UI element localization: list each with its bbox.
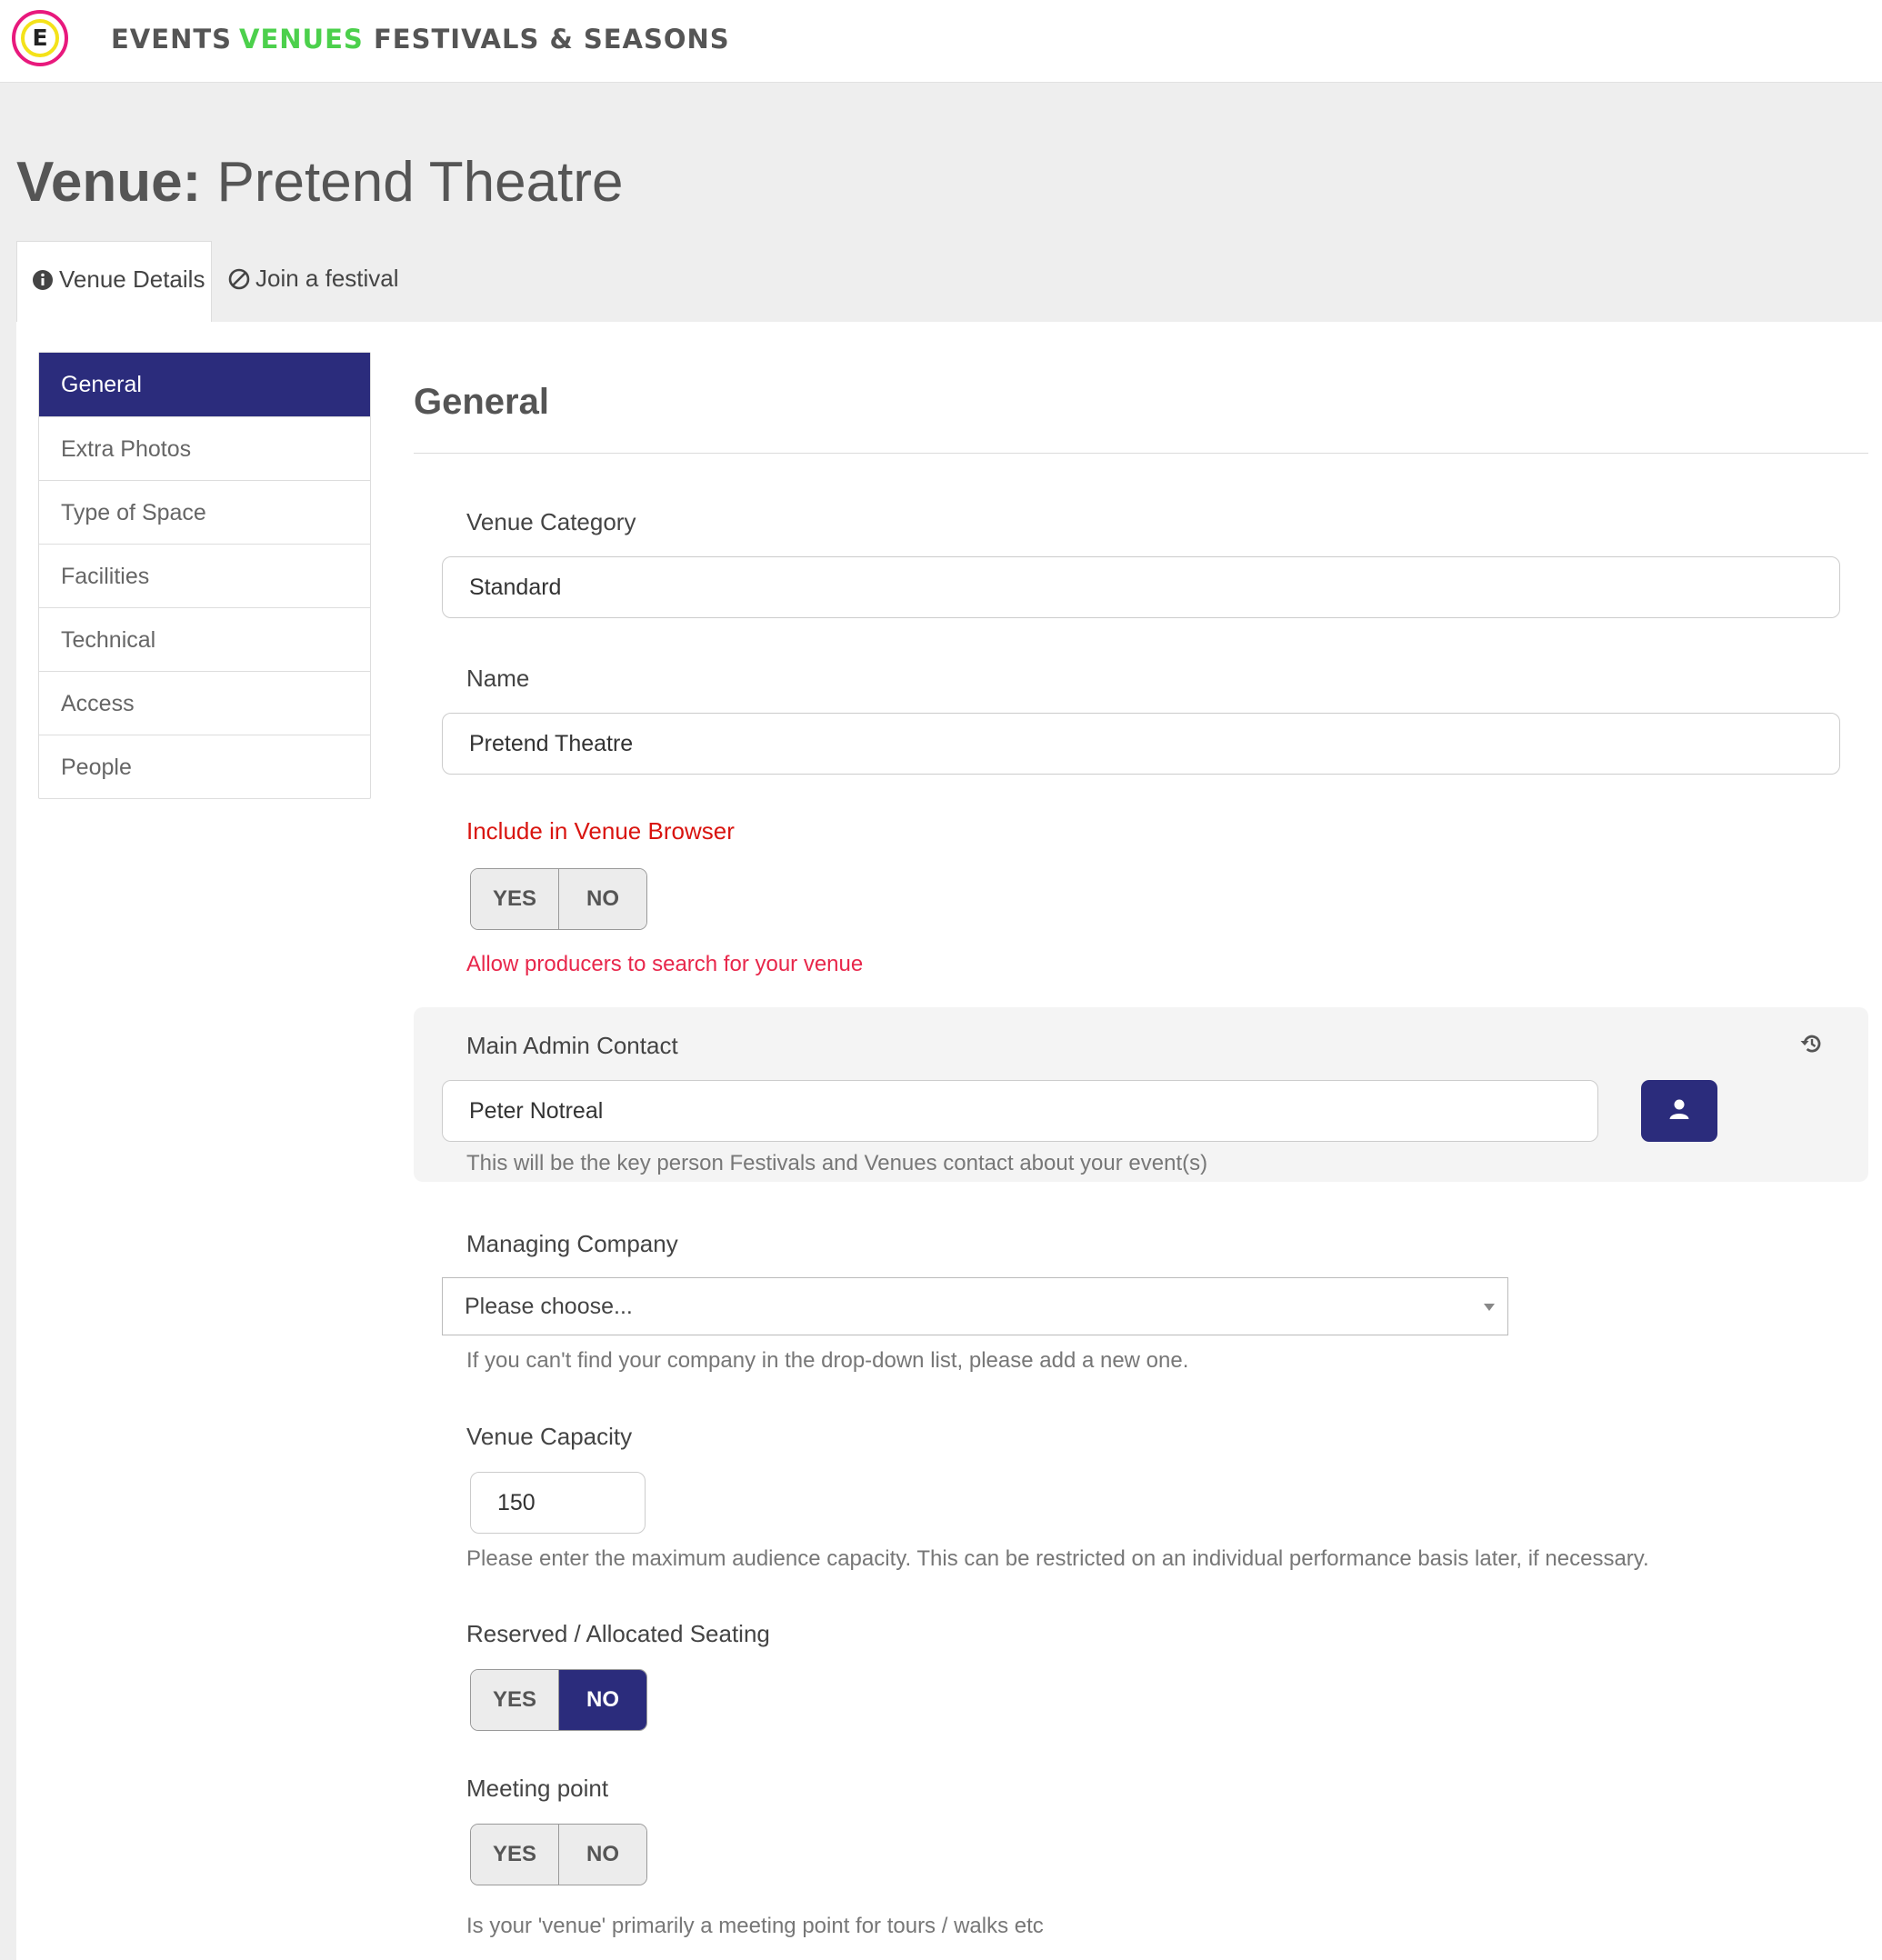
site-logo[interactable]: E: [12, 10, 68, 66]
tab-join-festival[interactable]: Join a festival: [228, 241, 419, 323]
include-in-browser-help: Allow producers to search for your venue: [466, 952, 864, 976]
venue-category-field[interactable]: Standard: [442, 556, 1840, 618]
user-icon: [1668, 1098, 1690, 1125]
include-in-browser-yes-button[interactable]: YES: [471, 869, 558, 929]
main-admin-contact-help: This will be the key person Festivals an…: [466, 1151, 1208, 1175]
sidebar-item-people[interactable]: People: [39, 735, 370, 798]
meeting-point-no-button[interactable]: NO: [558, 1825, 646, 1885]
venue-capacity-help: Please enter the maximum audience capaci…: [466, 1546, 1649, 1571]
sidebar-item-type-of-space[interactable]: Type of Space: [39, 480, 370, 544]
info-circle-icon: [32, 269, 54, 297]
tab-join-festival-label: Join a festival: [255, 265, 399, 292]
venue-details-panel: General Extra Photos Type of Space Facil…: [16, 322, 1882, 1960]
page-title: Venue: Pretend Theatre: [16, 150, 623, 215]
nav-events-link[interactable]: EVENTS: [111, 24, 232, 55]
page-title-venue-name: Pretend Theatre: [216, 151, 624, 214]
meeting-point-yes-button[interactable]: YES: [471, 1825, 558, 1885]
include-in-browser-no-button[interactable]: NO: [558, 869, 646, 929]
managing-company-help: If you can't find your company in the dr…: [466, 1348, 1189, 1373]
sidebar-item-facilities[interactable]: Facilities: [39, 544, 370, 607]
ban-icon: [228, 268, 250, 296]
venue-capacity-label: Venue Capacity: [466, 1423, 633, 1450]
nav-venues-link[interactable]: VENUES: [239, 24, 364, 55]
reserved-seating-toggle: YES NO: [470, 1669, 647, 1731]
reserved-seating-no-button[interactable]: NO: [558, 1670, 646, 1730]
managing-company-select[interactable]: Please choose...: [442, 1277, 1508, 1335]
meeting-point-help: Is your 'venue' primarily a meeting poin…: [466, 1914, 1044, 1938]
logo-letter: E: [32, 25, 48, 51]
tab-venue-details-label: Venue Details: [59, 265, 205, 293]
include-in-browser-toggle: YES NO: [470, 868, 647, 930]
venue-category-label: Venue Category: [466, 508, 636, 535]
sidebar-item-technical[interactable]: Technical: [39, 607, 370, 671]
managing-company-selected: Please choose...: [465, 1293, 633, 1319]
top-navbar: E EVENTS VENUES FESTIVALS & SEASONS: [0, 0, 1882, 83]
venue-capacity-field[interactable]: 150: [470, 1472, 646, 1534]
name-field[interactable]: Pretend Theatre: [442, 713, 1840, 775]
sidebar-item-general[interactable]: General: [39, 353, 370, 416]
history-icon[interactable]: [1799, 1031, 1825, 1061]
nav-festivals-link[interactable]: FESTIVALS & SEASONS: [374, 24, 730, 55]
main-admin-contact-label: Main Admin Contact: [466, 1032, 678, 1059]
name-label: Name: [466, 665, 530, 692]
sidebar-item-extra-photos[interactable]: Extra Photos: [39, 416, 370, 480]
main-admin-contact-field[interactable]: Peter Notreal: [442, 1080, 1598, 1142]
select-contact-button[interactable]: [1641, 1080, 1717, 1142]
sidebar-item-access[interactable]: Access: [39, 671, 370, 735]
meeting-point-label: Meeting point: [466, 1775, 609, 1802]
venue-capacity-value: 150: [497, 1489, 536, 1515]
main-admin-contact-value: Peter Notreal: [469, 1097, 604, 1124]
meeting-point-toggle: YES NO: [470, 1824, 647, 1885]
reserved-seating-yes-button[interactable]: YES: [471, 1670, 558, 1730]
name-value: Pretend Theatre: [469, 730, 634, 756]
section-sidebar: General Extra Photos Type of Space Facil…: [38, 352, 371, 799]
section-title: General: [414, 382, 549, 422]
reserved-seating-label: Reserved / Allocated Seating: [466, 1620, 770, 1647]
venue-category-value: Standard: [469, 574, 562, 600]
section-divider: [414, 453, 1868, 454]
include-in-browser-label: Include in Venue Browser: [466, 817, 735, 845]
managing-company-label: Managing Company: [466, 1230, 678, 1257]
tab-venue-details[interactable]: Venue Details: [16, 241, 212, 323]
chevron-down-icon: [1484, 1304, 1495, 1311]
page-title-prefix: Venue:: [16, 151, 202, 214]
